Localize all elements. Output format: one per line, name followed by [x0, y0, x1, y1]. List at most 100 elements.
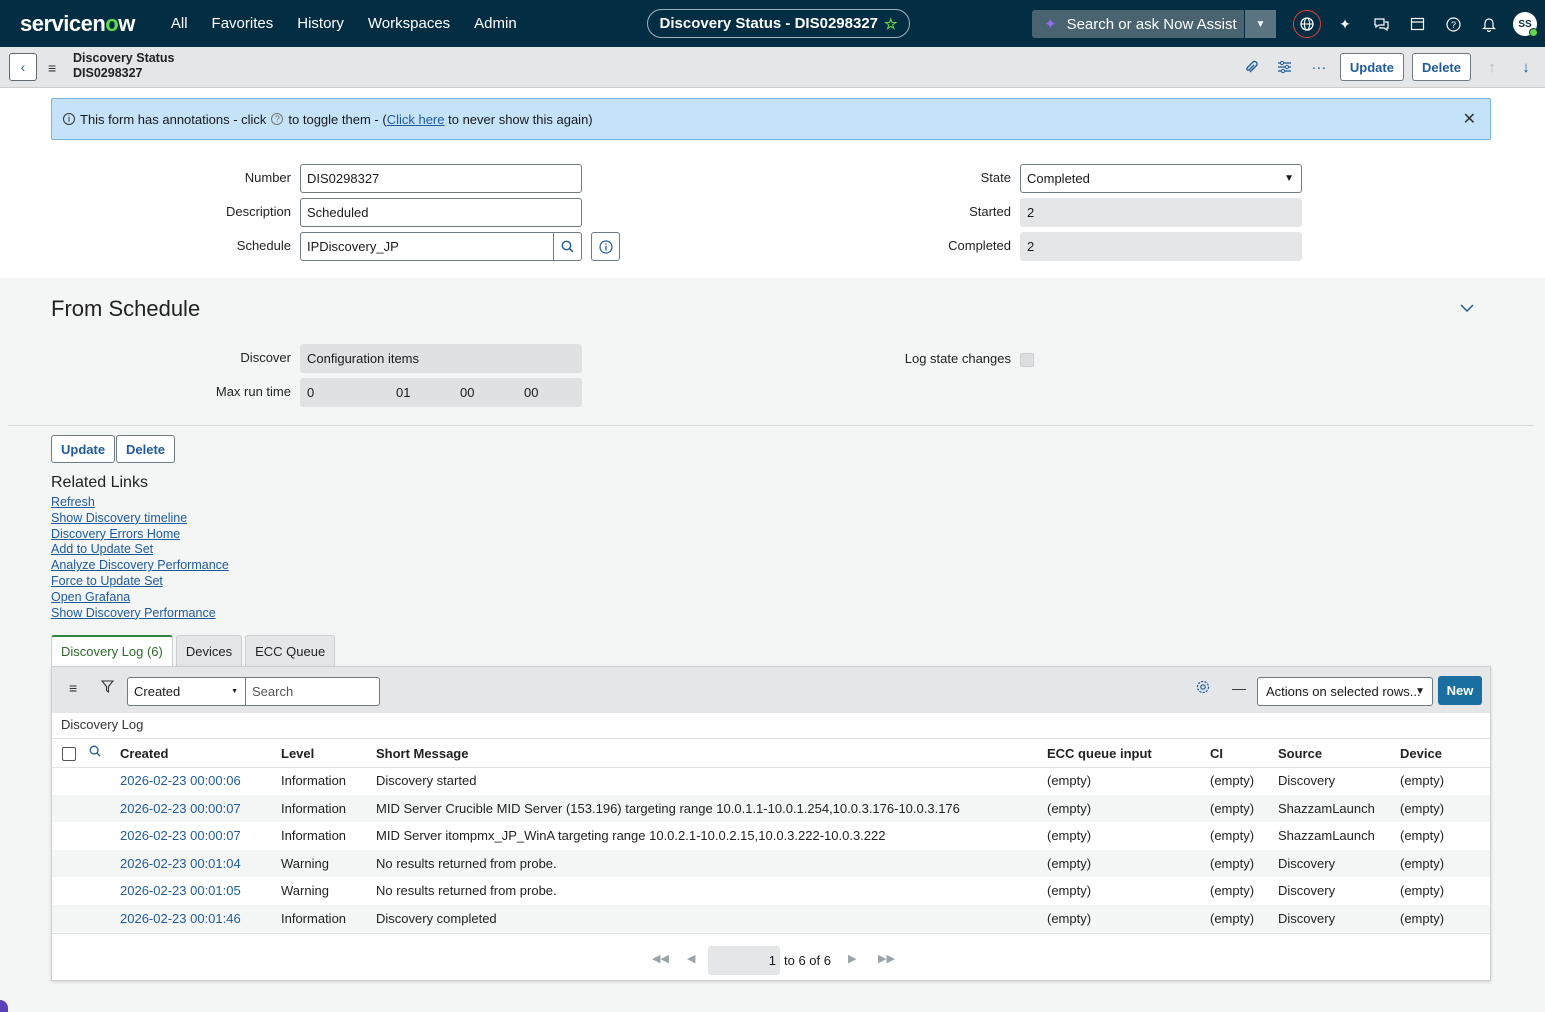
search-field-select[interactable]: Created ▼ [127, 677, 245, 706]
globe-icon[interactable] [1293, 10, 1321, 38]
nav-history[interactable]: History [297, 15, 344, 32]
actions-value: Actions on selected rows... [1266, 684, 1421, 699]
help-icon[interactable]: ? [1441, 12, 1465, 36]
related-links: Refresh Show Discovery timeline Discover… [51, 495, 229, 621]
arrow-up-icon[interactable]: ↑ [1479, 54, 1505, 80]
column-device[interactable]: Device [1400, 746, 1442, 761]
settings-sliders-icon[interactable] [1272, 54, 1298, 80]
link-force-update-set[interactable]: Force to Update Set [51, 574, 229, 590]
link-add-update-set[interactable]: Add to Update Set [51, 542, 229, 558]
link-refresh[interactable]: Refresh [51, 495, 229, 511]
description-field[interactable]: Scheduled [300, 198, 582, 227]
state-select[interactable]: Completed ▼ [1020, 164, 1302, 193]
cell-short-message: Discovery completed [376, 910, 497, 926]
annotation-text-middle: to toggle them - ( [288, 111, 387, 127]
delete-button[interactable]: Delete [116, 435, 176, 463]
top-navigation: servicenow All Favorites History Workspa… [0, 0, 1545, 47]
new-button[interactable]: New [1438, 676, 1482, 705]
cell-created[interactable]: 2026-02-23 00:01:04 [120, 856, 241, 871]
number-label: Number [244, 170, 291, 185]
update-button[interactable]: Update [1339, 53, 1404, 81]
gear-icon[interactable] [1196, 680, 1210, 697]
chevron-down-icon[interactable] [1459, 300, 1475, 318]
link-discovery-timeline[interactable]: Show Discovery timeline [51, 511, 229, 527]
log-state-checkbox [1020, 353, 1034, 367]
page-number-input[interactable]: 1 [708, 946, 780, 975]
servicenow-logo[interactable]: servicenow [20, 11, 135, 37]
list-menu-icon[interactable]: ≡ [69, 680, 77, 696]
cell-created[interactable]: 2026-02-23 00:01:46 [120, 911, 241, 926]
nav-admin[interactable]: Admin [474, 15, 517, 32]
delete-button[interactable]: Delete [1411, 53, 1471, 81]
now-assist-search[interactable]: ✦ Search or ask Now Assist ▼ [1032, 10, 1276, 38]
column-ci[interactable]: CI [1210, 746, 1223, 761]
divider [8, 425, 1534, 426]
column-short-message[interactable]: Short Message [376, 746, 468, 761]
filter-icon[interactable] [100, 680, 115, 696]
inbox-icon[interactable] [1405, 12, 1429, 36]
cell-source: ShazzamLaunch [1278, 800, 1375, 816]
chevron-down-icon[interactable]: ▼ [1244, 10, 1276, 38]
context-menu-icon[interactable]: ≡ [48, 60, 56, 76]
select-all-checkbox[interactable] [62, 747, 76, 761]
form-title: Discovery Status DIS0298327 [73, 51, 174, 81]
more-icon[interactable]: ··· [1306, 54, 1332, 80]
tab-ecc-queue[interactable]: ECC Queue [245, 635, 336, 666]
link-show-performance[interactable]: Show Discovery Performance [51, 606, 229, 622]
cell-created[interactable]: 2026-02-23 00:00:07 [120, 828, 241, 843]
annotation-link[interactable]: Click here [387, 112, 445, 127]
record-title-pill[interactable]: Discovery Status - DIS0298327 ☆ [647, 9, 910, 38]
first-page-icon[interactable]: ◀◀ [652, 952, 669, 965]
completed-label: Completed [948, 238, 1011, 253]
bell-icon[interactable] [1477, 12, 1501, 36]
info-icon[interactable] [591, 232, 620, 261]
avatar[interactable]: SS [1513, 12, 1538, 37]
nav-favorites[interactable]: Favorites [212, 15, 274, 32]
close-icon[interactable]: ✕ [1463, 109, 1476, 129]
column-search-icon[interactable] [89, 745, 101, 760]
column-ecc-queue-input[interactable]: ECC queue input [1047, 746, 1152, 761]
collapse-icon[interactable]: — [1232, 680, 1246, 696]
nav-workspaces[interactable]: Workspaces [368, 15, 450, 32]
cell-device: (empty) [1400, 828, 1445, 843]
max-run-seconds: 00 [524, 385, 539, 400]
star-icon[interactable]: ☆ [884, 15, 897, 33]
link-open-grafana[interactable]: Open Grafana [51, 590, 229, 606]
cell-ecc-queue-input: (empty) [1047, 773, 1092, 788]
cell-ci: (empty) [1210, 855, 1255, 871]
actions-select[interactable]: Actions on selected rows... ▼ [1257, 677, 1433, 706]
cell-device: (empty) [1400, 883, 1445, 898]
back-button[interactable]: ‹ [9, 53, 37, 81]
tab-devices[interactable]: Devices [175, 635, 243, 666]
column-level[interactable]: Level [281, 746, 314, 761]
chat-icon[interactable] [1369, 12, 1393, 36]
cell-level: Information [281, 910, 347, 926]
help-toggle-icon[interactable]: ? [271, 113, 284, 125]
last-page-icon[interactable]: ▶▶ [878, 952, 895, 965]
info-icon: i [63, 113, 75, 125]
search-icon[interactable] [553, 232, 582, 261]
cell-created[interactable]: 2026-02-23 00:00:06 [120, 773, 241, 788]
update-button[interactable]: Update [51, 435, 116, 463]
tab-discovery-log[interactable]: Discovery Log (6) [51, 635, 173, 666]
column-created[interactable]: Created [120, 746, 168, 761]
table-row: 2026-02-23 00:00:07 Information MID Serv… [52, 822, 1490, 850]
previous-page-icon[interactable]: ◀ [687, 952, 695, 965]
arrow-down-icon[interactable]: ↓ [1513, 54, 1539, 80]
cell-created[interactable]: 2026-02-23 00:00:07 [120, 801, 241, 816]
sparkle-icon[interactable]: ✦ [1333, 12, 1357, 36]
list-toolbar: ≡ Created ▼ Search — Actions on selected… [52, 667, 1490, 713]
log-state-label: Log state changes [904, 351, 1011, 366]
next-page-icon[interactable]: ▶ [848, 952, 856, 965]
search-input[interactable]: Search [245, 677, 380, 706]
discover-label: Discover [240, 350, 291, 365]
paperclip-icon[interactable] [1238, 54, 1264, 80]
cell-ecc-queue-input: (empty) [1047, 855, 1092, 871]
schedule-field[interactable]: IPDiscovery_JP [300, 232, 554, 261]
link-discovery-errors[interactable]: Discovery Errors Home [51, 527, 229, 543]
cell-created[interactable]: 2026-02-23 00:01:05 [120, 883, 241, 898]
link-analyze-performance[interactable]: Analyze Discovery Performance [51, 558, 229, 574]
column-source[interactable]: Source [1278, 746, 1322, 761]
nav-all[interactable]: All [171, 15, 188, 32]
number-field[interactable]: DIS0298327 [300, 164, 582, 193]
